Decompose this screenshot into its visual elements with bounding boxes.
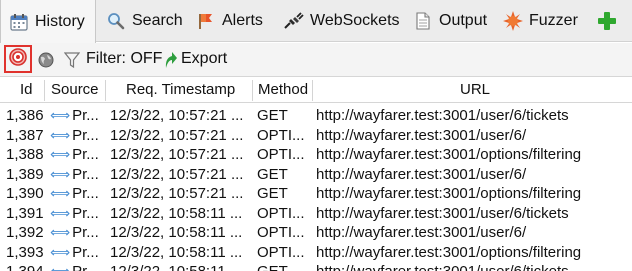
- bidirectional-arrow-icon: ⟺: [50, 165, 71, 182]
- source-text: Pr...: [72, 204, 99, 222]
- tab-label: Search: [132, 12, 183, 29]
- cell-source: ⟺Pr...: [50, 260, 110, 271]
- tab-bar: History Search Alerts WebSockets Output …: [0, 0, 632, 43]
- flag-icon: [196, 11, 216, 31]
- source-text: Pr...: [72, 224, 99, 241]
- tab-history[interactable]: History: [0, 0, 96, 43]
- tab-output[interactable]: Output: [413, 0, 487, 42]
- document-icon: [413, 11, 433, 31]
- tab-label: Fuzzer: [529, 12, 578, 29]
- export-button[interactable]: Export: [181, 50, 227, 68]
- column-header-source[interactable]: Source: [51, 78, 99, 102]
- sunburst-icon: [503, 11, 523, 31]
- column-header-method[interactable]: Method: [258, 78, 308, 102]
- globe-icon[interactable]: [38, 52, 54, 68]
- bidirectional-arrow-icon: ⟺: [50, 243, 71, 260]
- scope-target-button[interactable]: [4, 45, 32, 73]
- table-header: Id Source Req. Timestamp Method URL: [0, 78, 632, 103]
- add-tab-button[interactable]: [597, 11, 617, 31]
- cell-id: 1,394: [6, 260, 46, 271]
- tab-search[interactable]: Search: [106, 0, 183, 42]
- column-divider[interactable]: [105, 80, 106, 101]
- column-divider[interactable]: [252, 80, 253, 101]
- column-divider[interactable]: [44, 80, 45, 101]
- column-header-url[interactable]: URL: [460, 78, 490, 102]
- cell-method: GET: [257, 260, 311, 271]
- history-table-body: 1,386 ⟺ Pr... 12/3/22, 10:57:21 ... GET http:…: [0, 106, 632, 271]
- filter-icon[interactable]: [63, 51, 81, 69]
- table-row[interactable]: 1,394⟺Pr...12/3/22, 10:58:11 ...GEThttp:…: [0, 260, 632, 271]
- source-text: Pr...: [72, 263, 99, 271]
- tab-label: Alerts: [222, 12, 263, 29]
- tab-alerts[interactable]: Alerts: [196, 0, 263, 42]
- bidirectional-arrow-icon: ⟺: [50, 146, 71, 162]
- magnifier-icon: [106, 11, 126, 31]
- history-toolbar: Filter: OFF Export: [0, 43, 632, 77]
- cell-url: http://wayfarer.test:3001/user/6/tickets: [316, 260, 632, 271]
- calendar-icon: [9, 12, 29, 32]
- bidirectional-arrow-icon: ⟺: [50, 185, 71, 201]
- source-text: Pr...: [72, 185, 99, 202]
- source-text: Pr...: [72, 165, 99, 183]
- source-text: Pr...: [72, 107, 99, 124]
- bidirectional-arrow-icon: ⟺: [50, 263, 71, 271]
- column-header-id[interactable]: Id: [20, 78, 33, 102]
- bidirectional-arrow-icon: ⟺: [50, 107, 71, 123]
- bidirectional-arrow-icon: ⟺: [50, 126, 71, 143]
- target-icon: [9, 47, 27, 71]
- bidirectional-arrow-icon: ⟺: [50, 224, 71, 240]
- filter-status-label[interactable]: Filter: OFF: [86, 50, 162, 68]
- source-text: Pr...: [72, 126, 99, 144]
- tab-label: WebSockets: [310, 12, 400, 29]
- source-text: Pr...: [72, 146, 99, 163]
- tab-label: History: [35, 12, 85, 30]
- cell-timestamp: 12/3/22, 10:58:11 ...: [110, 260, 252, 271]
- tab-websockets[interactable]: WebSockets: [284, 0, 400, 42]
- export-icon[interactable]: [162, 50, 178, 70]
- bidirectional-arrow-icon: ⟺: [50, 204, 71, 221]
- tab-label: Output: [439, 12, 488, 29]
- source-text: Pr...: [72, 243, 99, 261]
- plug-icon: [284, 11, 304, 31]
- column-divider[interactable]: [312, 80, 313, 101]
- tab-fuzzer[interactable]: Fuzzer: [503, 0, 578, 42]
- column-header-timestamp[interactable]: Req. Timestamp: [126, 78, 235, 102]
